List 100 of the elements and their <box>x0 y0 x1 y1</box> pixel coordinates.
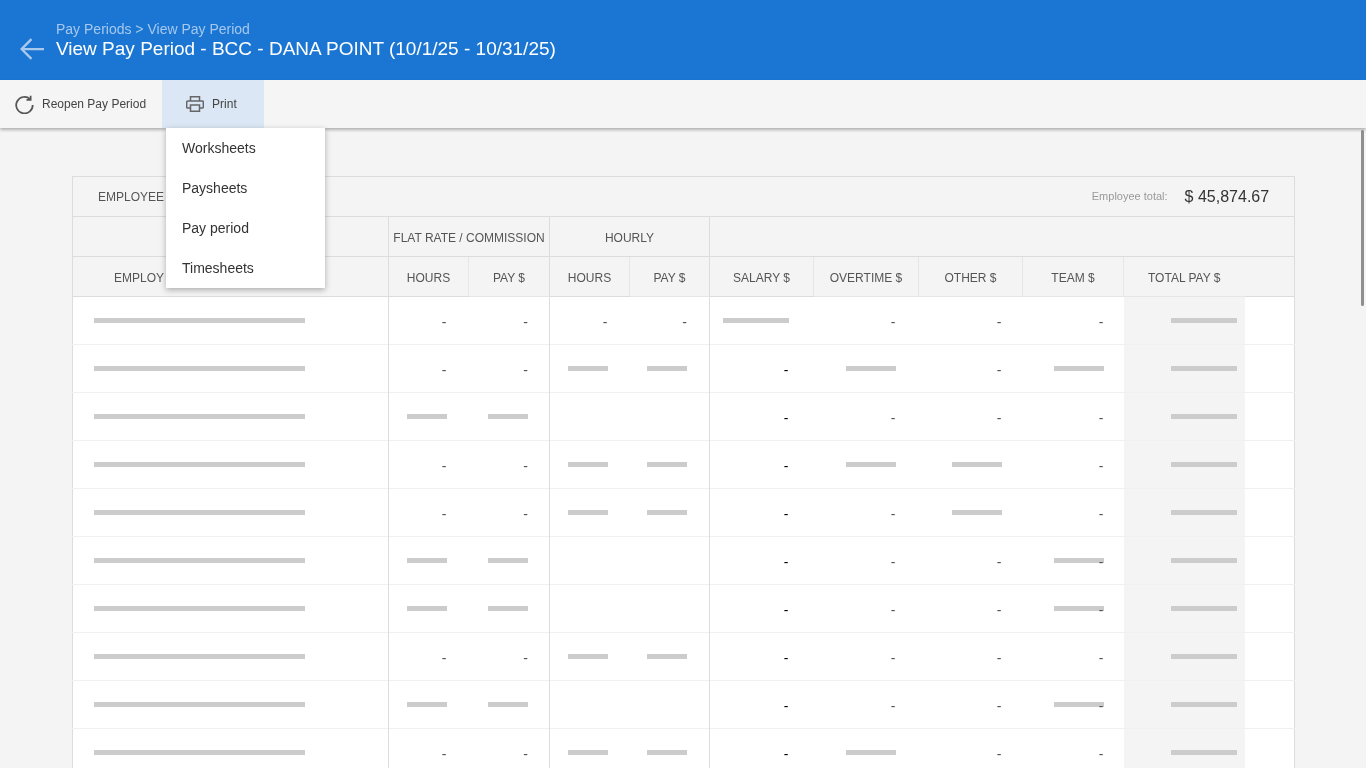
dash-value: - <box>1098 506 1104 522</box>
redacted-bar <box>1053 366 1104 371</box>
dash-value: - <box>783 650 789 666</box>
redacted-bar <box>567 462 608 467</box>
dash-value: - <box>1098 458 1104 474</box>
refresh-icon <box>15 94 34 114</box>
redacted-bar <box>1053 606 1104 611</box>
redacted-bar <box>567 654 608 659</box>
column-header: OVERTIME $ <box>829 270 903 285</box>
redacted-bar <box>1170 750 1237 755</box>
dash-value: - <box>890 314 896 330</box>
redacted-bar <box>845 750 896 755</box>
redacted-bar <box>1170 366 1237 371</box>
dash-value: - <box>890 554 896 570</box>
dash-value: - <box>996 698 1002 714</box>
redacted-bar <box>647 654 687 659</box>
dash-value: - <box>523 362 528 378</box>
redacted-bar <box>1170 414 1237 419</box>
dash-value: - <box>1098 650 1104 666</box>
dash-value: - <box>783 362 789 378</box>
dash-value: - <box>441 746 447 762</box>
print-button[interactable]: Print <box>162 80 265 128</box>
dash-value: - <box>996 410 1002 426</box>
dash-value: - <box>523 650 528 666</box>
redacted-bar <box>1170 558 1237 563</box>
dash-value: - <box>523 506 528 522</box>
redacted-bar <box>951 510 1002 515</box>
dash-value: - <box>890 410 896 426</box>
redacted-bar <box>488 558 528 563</box>
dash-value: - <box>996 602 1002 618</box>
dash-value: - <box>783 602 789 618</box>
dash-value: - <box>890 698 896 714</box>
column-header: EMPLOY <box>114 270 164 285</box>
dash-value: - <box>602 314 608 330</box>
menu-item[interactable]: Worksheets <box>166 128 325 168</box>
redacted-bar <box>567 366 608 371</box>
dash-value: - <box>1098 698 1104 714</box>
menu-item[interactable]: Paysheets <box>166 168 325 208</box>
dash-value: - <box>1098 602 1104 618</box>
dash-value: - <box>996 746 1002 762</box>
redacted-bar <box>1170 606 1237 611</box>
redacted-bar <box>567 510 608 515</box>
dash-value: - <box>890 602 896 618</box>
dash-value: - <box>523 458 528 474</box>
dash-value: - <box>1098 554 1104 570</box>
dash-value: - <box>783 698 789 714</box>
redacted-bar <box>951 462 1002 467</box>
dash-value: - <box>890 650 896 666</box>
redacted-bar <box>647 750 687 755</box>
redacted-bar <box>722 318 789 323</box>
redacted-bar <box>647 462 687 467</box>
dash-value: - <box>783 746 789 762</box>
column-group-header: HOURLY <box>604 230 655 245</box>
dash-value: - <box>783 506 789 522</box>
reopen-button[interactable]: Reopen Pay Period <box>0 80 163 128</box>
total-label: Employee total: <box>1091 189 1168 205</box>
dash-value: - <box>523 746 528 762</box>
redacted-bar <box>845 462 896 467</box>
dash-value: - <box>441 506 447 522</box>
scrollbar-thumb[interactable] <box>1361 130 1364 306</box>
redacted-bar <box>406 558 447 563</box>
redacted-bar <box>845 366 896 371</box>
redacted-bar <box>406 414 447 419</box>
dash-value: - <box>441 650 447 666</box>
redacted-bar <box>1170 654 1237 659</box>
dash-value: - <box>1098 410 1104 426</box>
back-arrow-icon[interactable] <box>20 37 44 61</box>
dash-value: - <box>441 362 447 378</box>
column-header: OTHER $ <box>944 270 997 285</box>
dash-value: - <box>1098 746 1104 762</box>
dash-value: - <box>783 410 789 426</box>
redacted-bar <box>488 414 528 419</box>
column-header: HOURS <box>406 270 451 285</box>
redacted-bar <box>406 702 447 707</box>
dash-value: - <box>441 314 447 330</box>
redacted-bar <box>1053 702 1104 707</box>
dash-value: - <box>682 314 687 330</box>
dash-value: - <box>1098 314 1104 330</box>
column-header: PAY $ <box>653 270 686 285</box>
redacted-bar <box>406 606 447 611</box>
redacted-bar <box>1170 510 1237 515</box>
table-title: EMPLOYEE <box>98 188 165 206</box>
menu-item[interactable]: Pay period <box>166 208 325 248</box>
dash-value: - <box>996 554 1002 570</box>
column-header: SALARY $ <box>733 270 790 285</box>
menu-item[interactable]: Timesheets <box>166 248 325 288</box>
redacted-bar <box>1170 462 1237 467</box>
column-header: TOTAL PAY $ <box>1148 270 1221 285</box>
column-header: PAY $ <box>493 270 525 285</box>
dash-value: - <box>783 458 789 474</box>
dash-value: - <box>890 506 896 522</box>
column-header: TEAM $ <box>1051 270 1095 285</box>
redacted-bar <box>1170 318 1237 323</box>
column-header: HOURS <box>567 270 612 285</box>
dash-value: - <box>996 650 1002 666</box>
printer-icon <box>186 95 205 113</box>
dash-value: - <box>441 458 447 474</box>
redacted-bar <box>567 750 608 755</box>
redacted-bar <box>488 702 528 707</box>
total-amount: $ 45,874.67 <box>1184 186 1270 207</box>
